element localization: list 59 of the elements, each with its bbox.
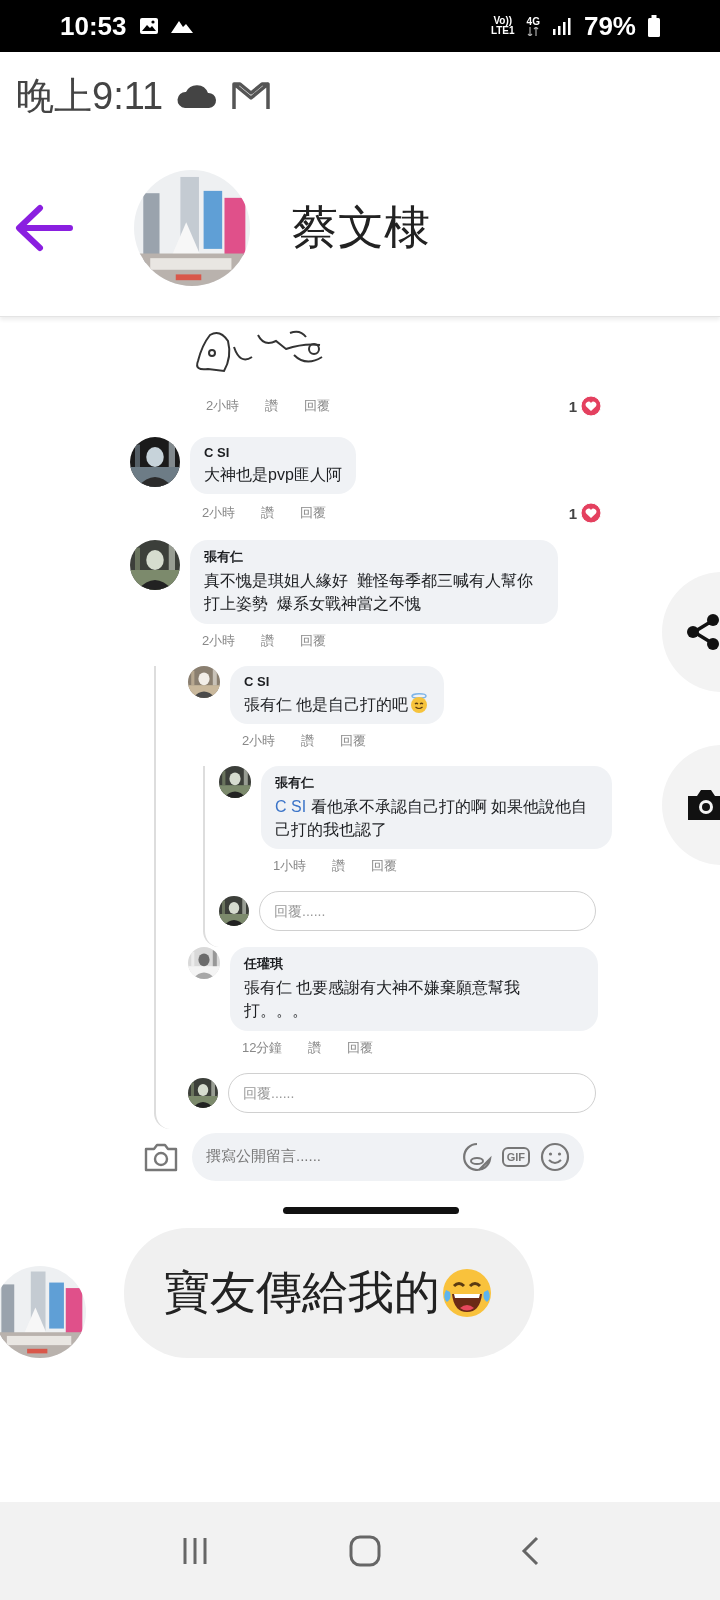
reply-field[interactable]: 回覆...... [228, 1072, 596, 1113]
back-arrow-icon[interactable] [14, 204, 74, 252]
camera-icon [686, 788, 720, 822]
comment-time: 2小時 [242, 731, 276, 750]
back-icon[interactable] [520, 1536, 541, 1566]
like-link[interactable]: 讚 [301, 731, 315, 750]
gif-button[interactable]: GIF [501, 1146, 530, 1167]
commenter-name: 任瓘琪 [244, 955, 284, 974]
comment-time: 2小時 [202, 631, 236, 650]
comment-time: 1小時 [273, 857, 307, 876]
comment-text: 大神也是pvp匪人阿 [204, 465, 342, 485]
data-arrows-icon [527, 26, 540, 36]
camera-icon[interactable] [144, 1141, 178, 1172]
reply-link[interactable]: 回覆 [347, 1038, 374, 1057]
battery-percent: 79% [583, 10, 636, 42]
comment-field[interactable]: 撰寫公開留言...... GIF [192, 1132, 584, 1181]
commenter-name: C SI [244, 673, 271, 689]
cloud-icon [177, 84, 218, 108]
lte-label: LTE1 [490, 26, 515, 36]
mail-icon [231, 81, 272, 111]
smiley-icon[interactable] [540, 1141, 570, 1172]
like-link[interactable]: 讚 [332, 857, 346, 876]
heart-reaction-icon [580, 502, 602, 525]
comment-text: 張有仁 也要感謝有大神不嫌棄願意幫我打。。。 [244, 978, 522, 1022]
share-icon [686, 613, 720, 651]
reply-link[interactable]: 回覆 [371, 857, 398, 876]
comment-time: 12分鐘 [242, 1038, 283, 1057]
reply-link[interactable]: 回覆 [300, 631, 327, 650]
message-text: 寶友傳給我的 [164, 1264, 440, 1320]
comment-text: 張有仁 他是自己打的吧 [244, 691, 431, 716]
contact-name: 蔡文棣 [292, 200, 430, 255]
comment-text: 真不愧是琪姐人緣好 難怪每季都三喊有人幫你打上姿勢 爆系女戰神當之不愧 [204, 571, 534, 615]
volte-label: Vo)) [493, 16, 513, 26]
comment-text: C SI 看他承不承認自己打的啊 如果他說他自己打的我也認了 [275, 796, 589, 840]
like-link[interactable]: 讚 [308, 1038, 322, 1057]
reply-field[interactable]: 回覆...... [259, 891, 596, 932]
sticker-icon[interactable] [461, 1141, 492, 1172]
commenter-name: C SI [204, 445, 231, 460]
notification-time: 晚上9:11 [16, 73, 164, 119]
reply-link[interactable]: 回覆 [340, 731, 367, 750]
signal-icon [551, 17, 572, 35]
commenter-name: 張有仁 [275, 773, 315, 792]
mountain-icon [170, 19, 193, 33]
reaction-count: 1 [568, 397, 577, 415]
image-icon [138, 16, 159, 36]
like-link[interactable]: 讚 [261, 504, 275, 523]
clock: 10:53 [60, 10, 127, 42]
reply-link[interactable]: 回覆 [300, 504, 327, 523]
like-link[interactable]: 讚 [261, 631, 275, 650]
comment-time: 2小時 [206, 397, 240, 415]
reply-link[interactable]: 回覆 [304, 397, 331, 415]
heart-reaction-icon [580, 395, 602, 417]
comment-time: 2小時 [202, 504, 236, 523]
network-label: 4G [526, 16, 540, 27]
reaction-count: 1 [568, 504, 577, 522]
battery-icon [648, 15, 660, 37]
commenter-name: 張有仁 [204, 548, 244, 567]
like-link[interactable]: 讚 [265, 397, 279, 415]
home-icon[interactable] [349, 1535, 381, 1567]
